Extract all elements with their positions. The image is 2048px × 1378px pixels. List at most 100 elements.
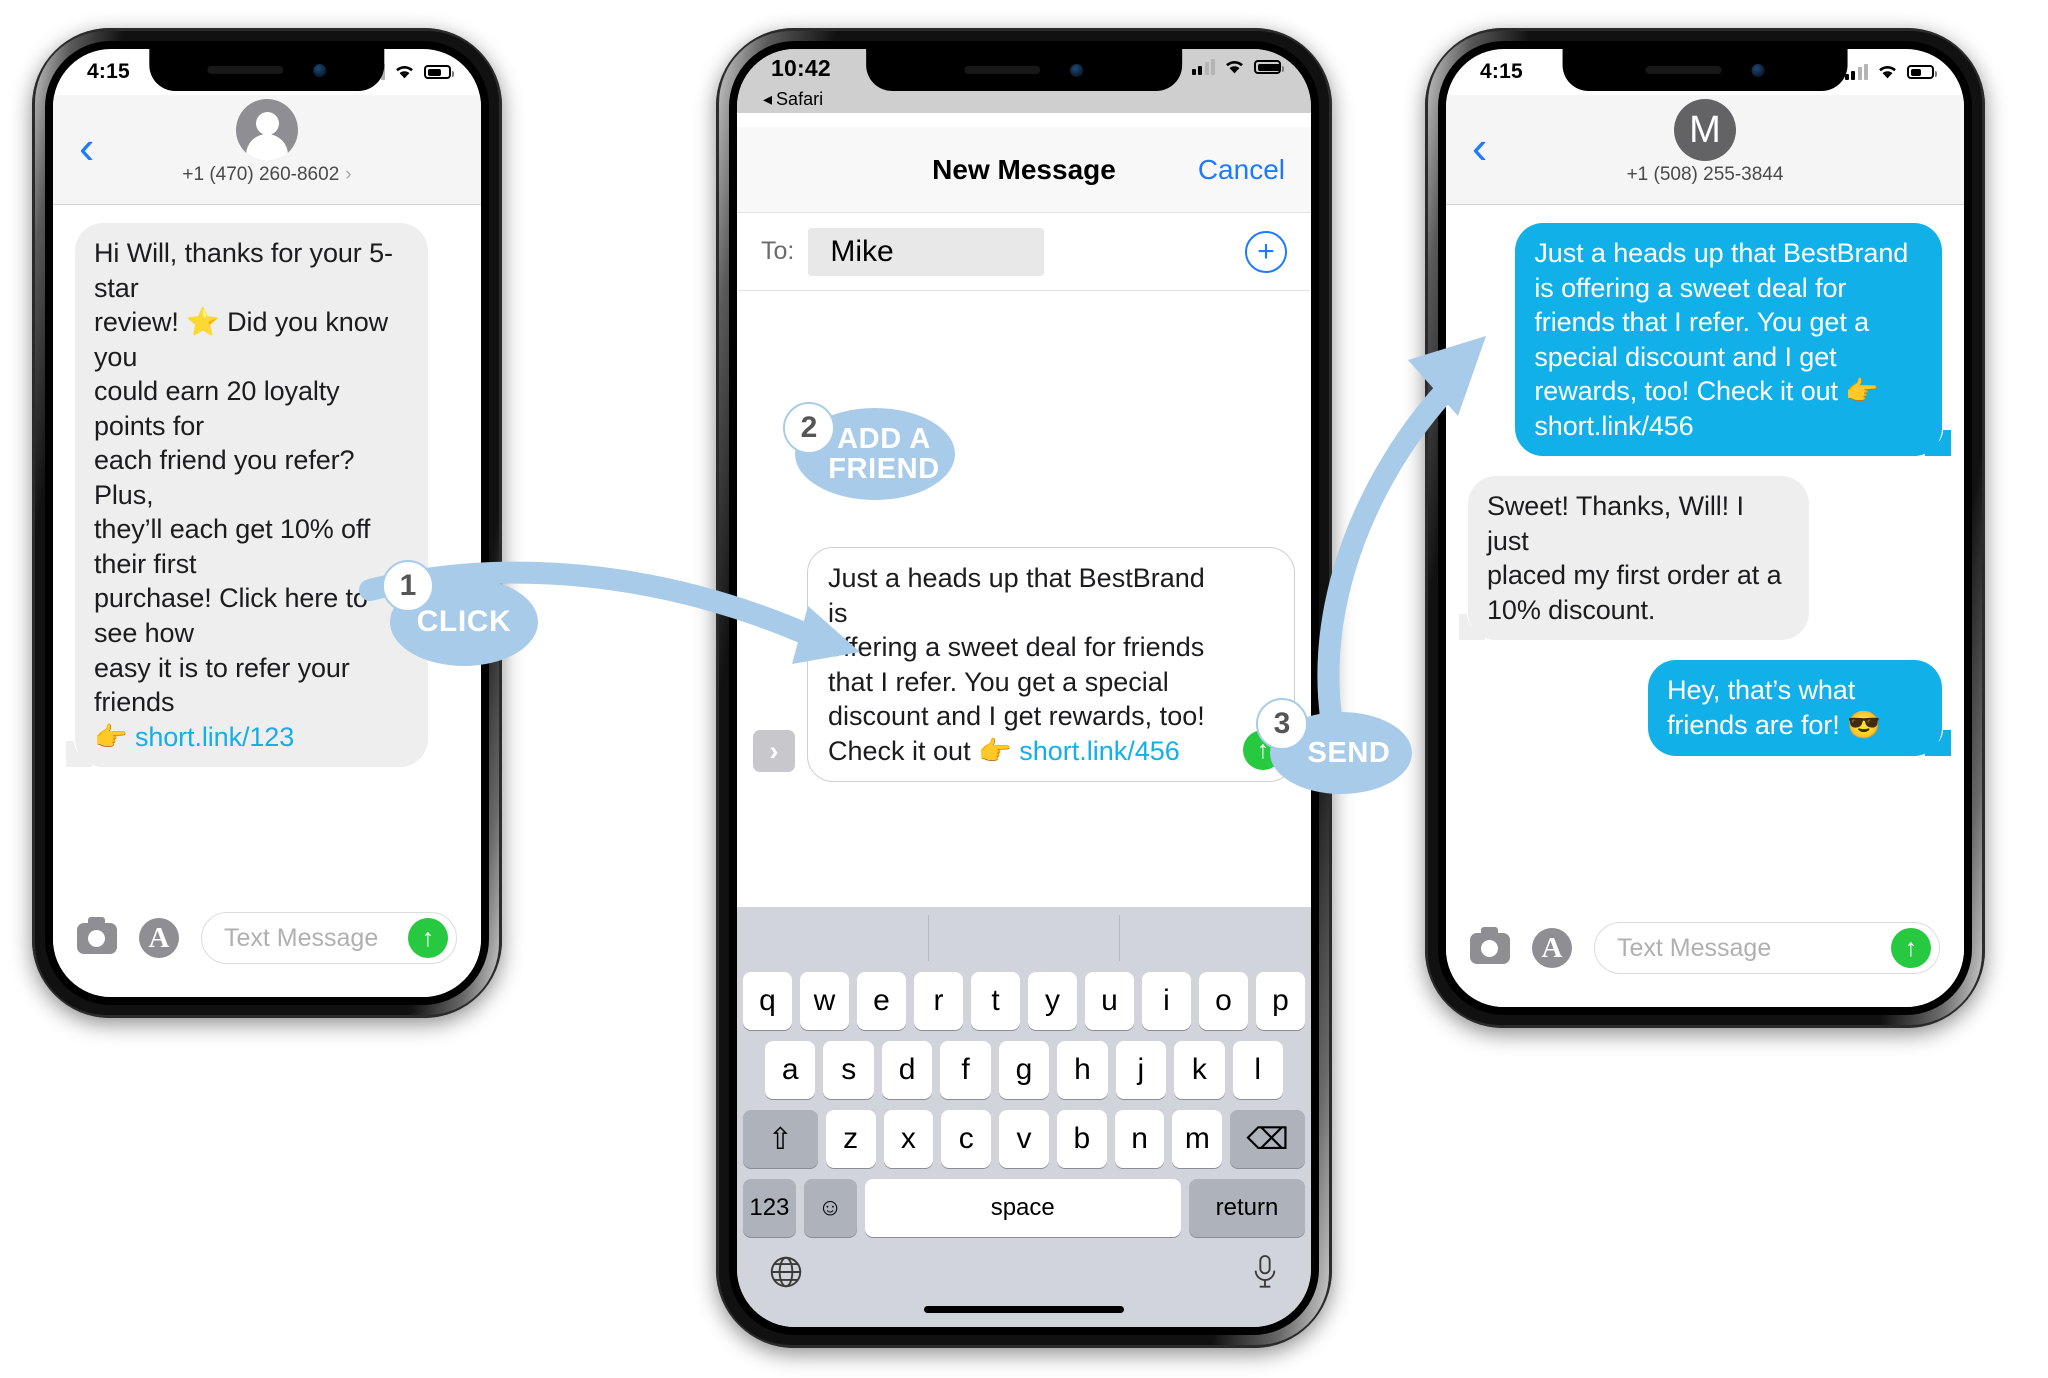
bubble-tail-icon	[66, 741, 92, 768]
plus-circle-icon[interactable]: +	[1245, 230, 1287, 273]
message-line: 10% discount.	[1487, 594, 1656, 625]
key-o[interactable]: o	[1199, 972, 1248, 1030]
callout-label: SEND	[1307, 736, 1391, 769]
key-h[interactable]: h	[1057, 1041, 1108, 1099]
wifi-icon	[1224, 59, 1245, 75]
triangle-left-icon: ◂	[763, 89, 773, 109]
recipient-input[interactable]: Mike	[808, 227, 1045, 276]
key-d[interactable]: d	[881, 1041, 933, 1099]
cellular-signal-icon	[1191, 59, 1215, 75]
key-y[interactable]: y	[1028, 972, 1077, 1030]
message-link-line: Check it out 👉 short.link/456	[828, 734, 1224, 769]
message-bubble-outgoing[interactable]: Hey, that’s what friends are for! 😎	[1648, 660, 1951, 756]
key-p[interactable]: p	[1256, 972, 1305, 1030]
callout-step-number: 2	[783, 402, 835, 454]
chevron-right-icon[interactable]: ›	[753, 730, 795, 773]
key-w[interactable]: w	[800, 972, 849, 1030]
message-line: rewards, too! Check it out 👉	[1534, 374, 1923, 409]
message-line-text: rewards, too! Check it out	[1534, 376, 1846, 407]
app-store-icon[interactable]: A	[1532, 928, 1572, 968]
text-message-input[interactable]: Text Message ↑	[1594, 922, 1940, 974]
conversation-header: ‹ M +1 (508) 255-3844	[1446, 95, 1964, 205]
status-time: 4:15	[87, 60, 130, 83]
contact-info[interactable]: +1 (470) 260-8602 ›	[53, 99, 481, 186]
key-q[interactable]: q	[743, 972, 792, 1030]
contact-phone-number-text: +1 (508) 255-3844	[1626, 164, 1784, 185]
key-c[interactable]: c	[941, 1110, 992, 1168]
key-b[interactable]: b	[1056, 1110, 1107, 1168]
pointing-right-icon: 👉	[94, 721, 128, 752]
key-j[interactable]: j	[1115, 1041, 1167, 1099]
microphone-icon[interactable]	[1249, 1253, 1281, 1296]
message-line: discount and I get rewards, too!	[828, 701, 1205, 732]
message-link[interactable]: short.link/123	[135, 722, 294, 752]
key-v[interactable]: v	[999, 1110, 1049, 1168]
keyboard-row-4: 123 ☺ space return	[737, 1179, 1311, 1237]
emoji-icon[interactable]: ☺	[803, 1179, 857, 1237]
notch	[1562, 49, 1848, 91]
on-screen-keyboard: q w e r t y u i o p a s d f g h j k l ⇧ …	[737, 907, 1311, 1327]
app-store-icon[interactable]: A	[139, 918, 179, 958]
callout-send: SEND 3	[1256, 698, 1412, 794]
message-bubble-outgoing[interactable]: Just a heads up that BestBrand is offeri…	[1515, 223, 1951, 457]
message-line: Hey, that’s what	[1667, 675, 1856, 706]
status-time: 4:15	[1480, 60, 1523, 83]
avatar: M	[1674, 99, 1736, 161]
message-link[interactable]: short.link/456	[1534, 409, 1923, 444]
key-t[interactable]: t	[971, 972, 1020, 1030]
earpiece-speaker	[1645, 66, 1722, 74]
camera-icon[interactable]	[1470, 926, 1510, 964]
to-label: To:	[761, 237, 795, 265]
camera-icon[interactable]	[77, 916, 117, 954]
key-a[interactable]: a	[765, 1041, 816, 1099]
battery-icon	[1254, 60, 1284, 74]
cancel-button[interactable]: Cancel	[1198, 154, 1285, 186]
message-line-text: Check it out	[828, 735, 979, 766]
contact-phone-number-text: +1 (470) 260-8602	[182, 164, 340, 185]
text-message-placeholder: Text Message	[224, 923, 379, 952]
message-line: placed my first order at a	[1487, 560, 1782, 591]
phone-screen: 4:15 ‹ +1 (470) 260-8602 › Hi Will, than…	[53, 49, 481, 997]
send-button[interactable]: ↑	[1891, 928, 1931, 968]
key-s[interactable]: s	[823, 1041, 874, 1099]
callout-step-number: 1	[382, 560, 434, 612]
phone-inbound: 4:15 ‹ +1 (470) 260-8602 › Hi Will, than…	[32, 28, 502, 1018]
contact-phone-number[interactable]: +1 (508) 255-3844	[1627, 164, 1784, 186]
key-m[interactable]: m	[1172, 1110, 1223, 1168]
message-line: Sweet! Thanks, Will! I just	[1487, 491, 1744, 556]
message-line: Hi Will, thanks for your 5-star	[94, 238, 393, 303]
message-line: each friend you refer? Plus,	[94, 445, 355, 510]
shift-icon[interactable]: ⇧	[743, 1110, 818, 1168]
globe-icon[interactable]	[767, 1253, 805, 1296]
contact-info[interactable]: M +1 (508) 255-3844	[1446, 99, 1964, 186]
callout-step-number: 3	[1256, 698, 1308, 750]
space-key[interactable]: space	[864, 1179, 1181, 1237]
status-indicators	[1191, 59, 1284, 75]
text-message-input[interactable]: Text Message ↑	[201, 912, 457, 964]
message-line: friends that I refer. You get a	[1534, 307, 1870, 338]
battery-icon	[1907, 65, 1937, 79]
message-thread: Just a heads up that BestBrand is offeri…	[1446, 205, 1964, 756]
key-g[interactable]: g	[998, 1041, 1050, 1099]
numbers-key[interactable]: 123	[743, 1179, 796, 1237]
send-button[interactable]: ↑	[408, 918, 448, 958]
key-i[interactable]: i	[1142, 972, 1191, 1030]
callout-click: CLICK 1	[382, 560, 538, 666]
key-z[interactable]: z	[825, 1110, 876, 1168]
recipient-row: To: Mike +	[737, 213, 1311, 291]
contact-phone-number[interactable]: +1 (470) 260-8602 ›	[182, 164, 351, 186]
backspace-icon[interactable]: ⌫	[1230, 1110, 1305, 1168]
key-u[interactable]: u	[1085, 972, 1134, 1030]
key-x[interactable]: x	[883, 1110, 934, 1168]
key-f[interactable]: f	[940, 1041, 991, 1099]
key-k[interactable]: k	[1174, 1041, 1225, 1099]
key-n[interactable]: n	[1114, 1110, 1165, 1168]
home-indicator	[924, 1306, 1124, 1313]
key-e[interactable]: e	[857, 972, 906, 1030]
message-input-bar: A Text Message ↑	[1446, 903, 1964, 1007]
back-to-safari-link[interactable]: ◂ Safari	[763, 89, 823, 110]
message-link[interactable]: short.link/456	[1019, 736, 1180, 766]
key-l[interactable]: l	[1232, 1041, 1283, 1099]
return-key[interactable]: return	[1188, 1179, 1306, 1237]
key-r[interactable]: r	[914, 972, 963, 1030]
